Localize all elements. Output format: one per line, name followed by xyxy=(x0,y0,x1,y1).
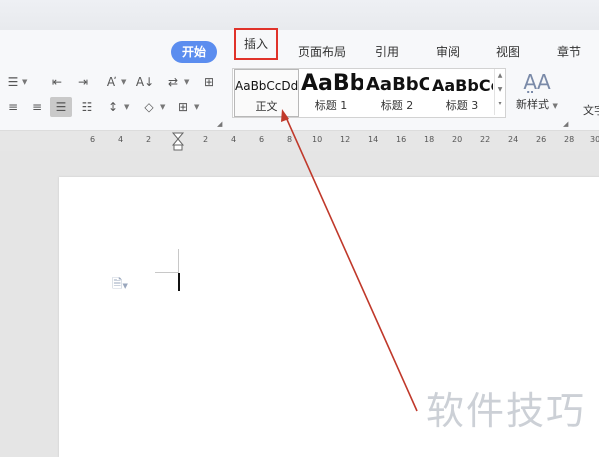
annotation-arrow xyxy=(281,109,418,412)
